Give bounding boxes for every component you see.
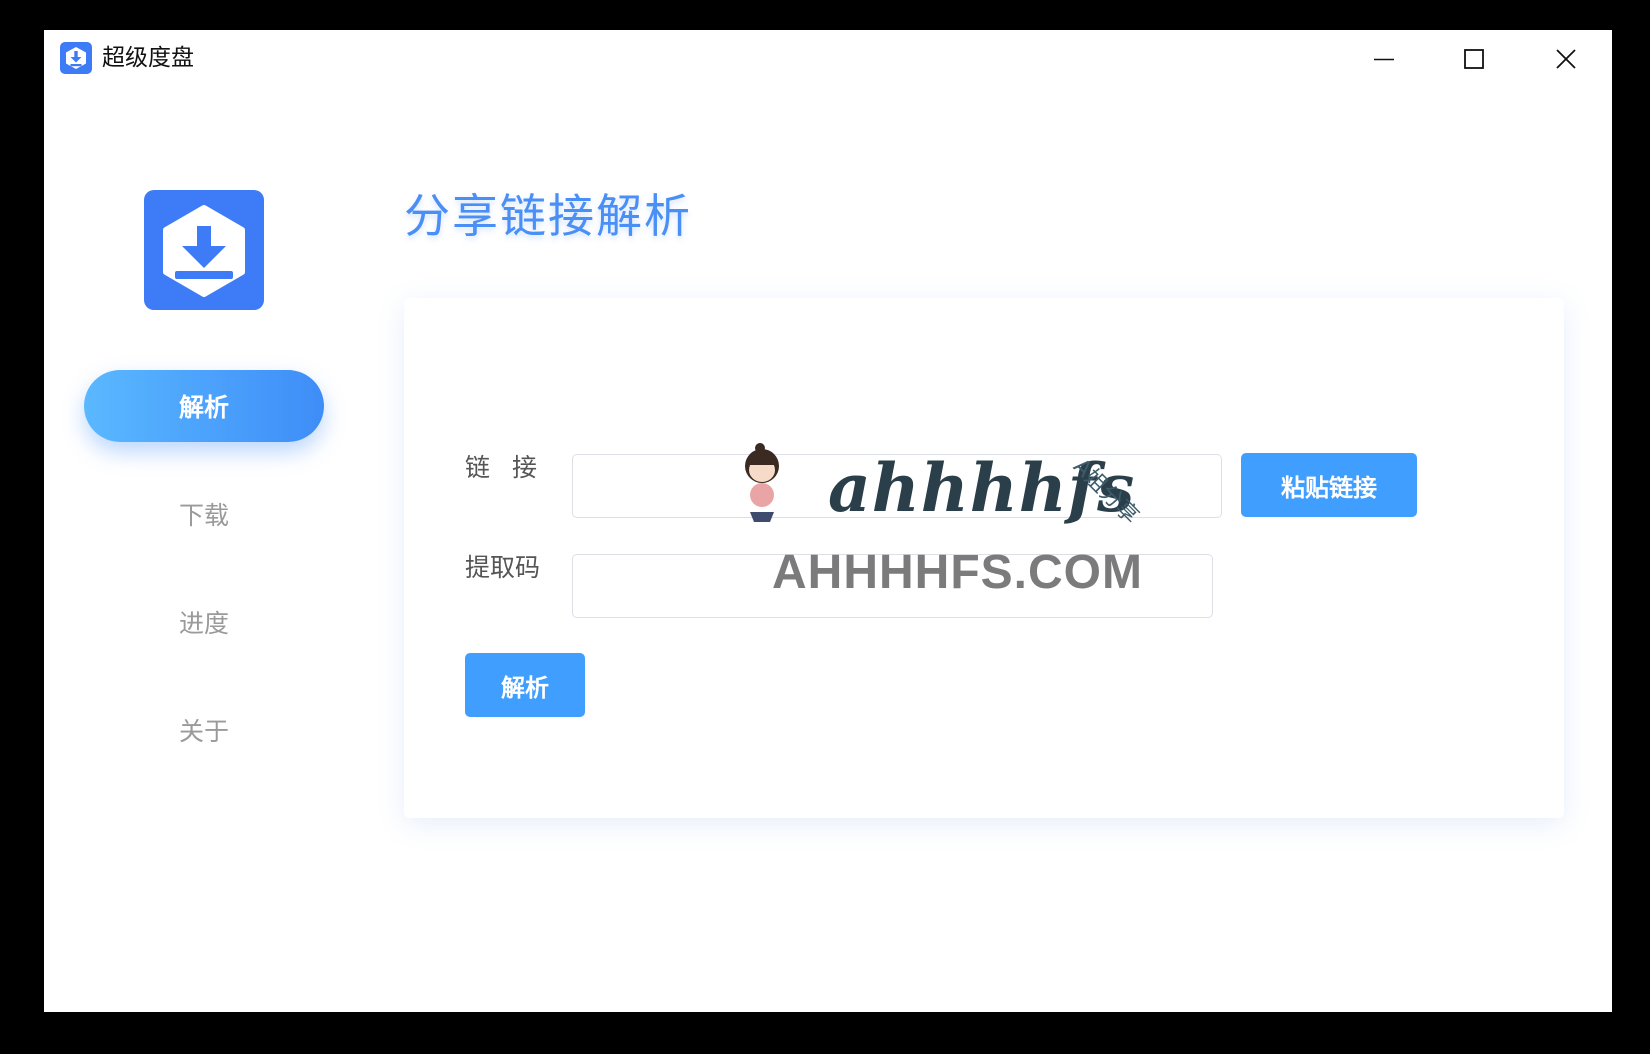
window-title: 超级度盘 — [102, 45, 194, 71]
minimize-icon — [1374, 58, 1394, 61]
parse-button[interactable]: 解析 — [465, 653, 585, 717]
close-button[interactable] — [1536, 38, 1596, 80]
watermark-girl-icon — [745, 443, 779, 522]
page-title: 分享链接解析 — [404, 189, 692, 243]
sidebar-item-parse[interactable]: 解析 — [84, 370, 324, 442]
watermark-domain: AHHHHFS.COM — [772, 546, 1143, 599]
link-label: 链接 — [465, 453, 560, 482]
app-download-icon — [60, 42, 92, 74]
sidebar-item-download[interactable]: 下载 — [84, 478, 324, 550]
download-logo-icon — [163, 205, 245, 297]
paste-link-button[interactable]: 粘贴链接 — [1241, 453, 1417, 517]
close-icon — [1556, 49, 1576, 69]
title-bar: 超级度盘 — [44, 30, 1612, 86]
sidebar-item-progress[interactable]: 进度 — [84, 586, 324, 658]
maximize-button[interactable] — [1444, 38, 1504, 80]
app-logo — [144, 190, 264, 310]
extract-code-label: 提取码 — [465, 553, 541, 582]
sidebar-item-about[interactable]: 关于 — [84, 694, 324, 766]
maximize-icon — [1464, 49, 1484, 69]
minimize-button[interactable] — [1354, 38, 1414, 80]
